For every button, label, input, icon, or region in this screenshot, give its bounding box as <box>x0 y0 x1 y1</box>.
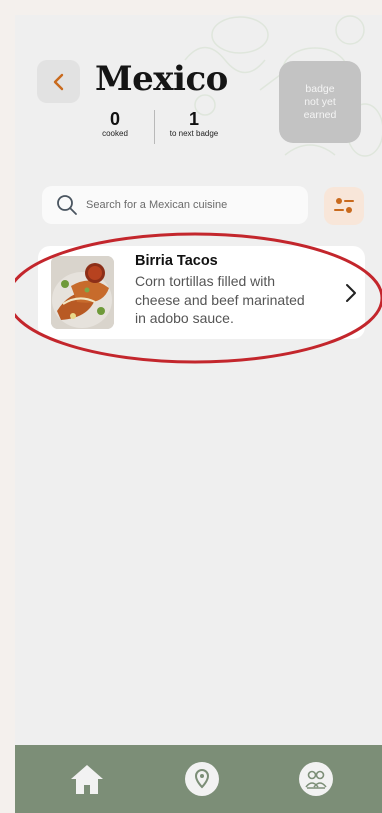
cooked-count-label: cooked <box>102 129 128 138</box>
dish-card[interactable]: Birria Tacos Corn tortillas filled with … <box>38 246 365 339</box>
dish-image <box>51 256 114 329</box>
birria-tacos-photo <box>51 256 114 329</box>
filter-icon <box>334 198 354 213</box>
back-button[interactable] <box>37 60 80 103</box>
next-badge-value: 1 <box>188 109 199 129</box>
page-title: Mexico <box>95 59 228 99</box>
people-icon <box>299 762 333 796</box>
badge-text-line-3: earned <box>303 108 337 121</box>
tab-community[interactable] <box>296 759 336 799</box>
badge-status-text: badge not yet earned <box>304 83 337 122</box>
badge-placeholder[interactable]: badge not yet earned <box>279 61 361 143</box>
cooked-count: 0 cooked <box>93 110 137 138</box>
filter-button[interactable] <box>324 187 364 225</box>
tab-home[interactable] <box>67 759 107 799</box>
dish-description: Corn tortillas filled with cheese and be… <box>135 273 305 326</box>
badge-text-line-1: badge <box>305 82 335 95</box>
next-badge-label: to next badge <box>169 129 219 138</box>
bottom-tab-bar <box>15 745 382 813</box>
map-pin-icon <box>185 762 219 796</box>
stats-divider <box>154 110 155 144</box>
app-screen: Mexico 0 cooked 1 to next badge badge no… <box>15 15 382 813</box>
chevron-right-icon[interactable] <box>344 282 358 304</box>
chevron-left-icon <box>53 73 63 90</box>
search-input[interactable]: Search for a Mexican cuisine <box>86 199 227 211</box>
badge-text-line-2: not yet <box>304 95 336 108</box>
dish-name: Birria Tacos <box>135 253 218 269</box>
next-badge-count: 1 to next badge <box>161 110 227 138</box>
cooked-count-value: 0 <box>109 109 120 129</box>
home-icon <box>71 765 103 794</box>
search-bar[interactable]: Search for a Mexican cuisine <box>42 186 308 224</box>
tab-map[interactable] <box>182 759 222 799</box>
search-icon <box>57 195 77 215</box>
